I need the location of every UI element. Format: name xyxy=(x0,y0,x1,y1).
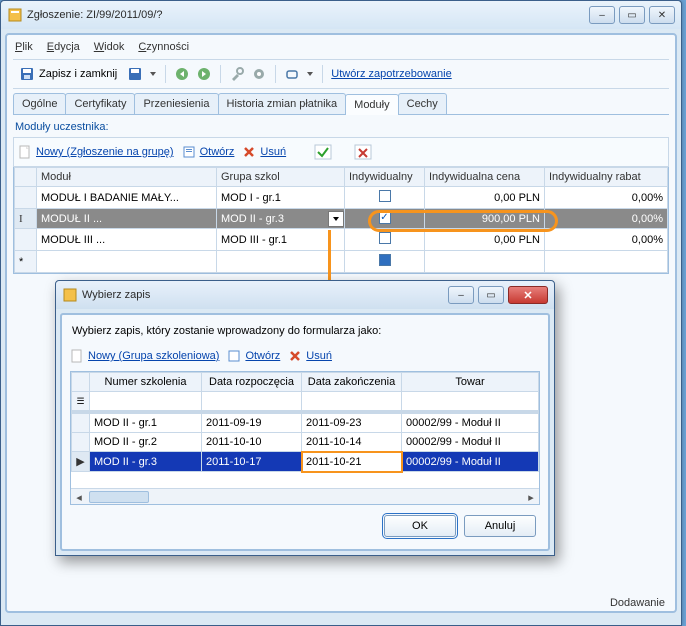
new-doc-icon xyxy=(70,349,84,363)
new-doc-icon xyxy=(18,145,32,159)
back-icon[interactable] xyxy=(174,66,190,82)
ok-button[interactable]: OK xyxy=(384,515,456,537)
save-dropdown-icon[interactable] xyxy=(149,66,157,82)
close-button[interactable]: ✕ xyxy=(649,6,675,24)
dialog-prompt: Wybierz zapis, który zostanie wprowadzon… xyxy=(70,323,540,347)
minimize-button[interactable]: – xyxy=(589,6,615,24)
scroll-right-icon[interactable]: ▸ xyxy=(523,489,539,505)
new-button[interactable]: Nowy (Zgłoszenie na grupę) xyxy=(18,145,174,159)
grid-row-1-selected[interactable]: I MODUŁ II ... MOD II - gr.3 900,00 PLN … xyxy=(15,209,668,229)
checkbox-indeterminate[interactable] xyxy=(379,254,391,266)
open-icon xyxy=(182,145,196,159)
maximize-button[interactable]: ▭ xyxy=(619,6,645,24)
record-row-2-selected[interactable]: ▶ MOD II - gr.3 2011-10-17 2011-10-21 00… xyxy=(72,452,539,472)
checkbox-checked[interactable] xyxy=(379,212,391,224)
menubar: Plik Edycja Widok Czynności xyxy=(13,39,669,59)
horizontal-scrollbar[interactable]: ◂ ▸ xyxy=(71,488,539,504)
save-close-label: Zapisz i zamknij xyxy=(39,68,117,80)
menu-czynnosci[interactable]: Czynności xyxy=(138,41,189,53)
sub-toolbar: Nowy (Zgłoszenie na grupę) Otwórz Usuń xyxy=(13,137,669,167)
attach-dropdown-icon[interactable] xyxy=(306,66,314,82)
record-row-0[interactable]: MOD II - gr.1 2011-09-19 2011-09-23 0000… xyxy=(72,414,539,433)
menu-edycja[interactable]: Edycja xyxy=(47,41,80,53)
col-towar[interactable]: Towar xyxy=(402,373,539,392)
attach-icon[interactable] xyxy=(284,66,300,82)
open-button[interactable]: Otwórz xyxy=(182,145,235,159)
tab-cechy[interactable]: Cechy xyxy=(398,93,447,114)
row-header-blank xyxy=(15,168,37,187)
save-close-button[interactable]: Zapisz i zamknij xyxy=(15,64,121,84)
create-demand-link[interactable]: Utwórz zapotrzebowanie xyxy=(331,68,451,80)
delete-label: Usuń xyxy=(260,146,286,158)
menu-widok[interactable]: Widok xyxy=(94,41,125,53)
dialog-new-button[interactable]: Nowy (Grupa szkoleniowa) xyxy=(70,349,219,363)
tools-icon[interactable] xyxy=(229,66,245,82)
section-title: Moduły uczestnika: xyxy=(13,115,669,137)
save-small-icon[interactable] xyxy=(127,66,143,82)
scroll-left-icon[interactable]: ◂ xyxy=(71,489,87,505)
grid-filter-row[interactable]: ☰ xyxy=(72,392,539,411)
delete-button[interactable]: Usuń xyxy=(242,145,286,159)
grupa-dropdown[interactable]: MOD II - gr.3 xyxy=(217,211,344,227)
tab-historia[interactable]: Historia zmian płatnika xyxy=(218,93,347,114)
dialog-toolbar: Nowy (Grupa szkoleniowa) Otwórz Usuń xyxy=(70,347,540,371)
open-icon xyxy=(227,349,241,363)
forward-icon[interactable] xyxy=(196,66,212,82)
col-numer[interactable]: Numer szkolenia xyxy=(90,373,202,392)
record-row-1[interactable]: MOD II - gr.2 2011-10-10 2011-10-14 0000… xyxy=(72,433,539,452)
window-title: Zgłoszenie: ZI/99/2011/09/? xyxy=(27,9,589,21)
scroll-thumb[interactable] xyxy=(89,491,149,503)
open-label: Otwórz xyxy=(200,146,235,158)
status-label: Dodawanie xyxy=(610,597,665,609)
dialog-close-button[interactable]: ✕ xyxy=(508,286,548,304)
dialog-delete-button[interactable]: Usuń xyxy=(288,349,332,363)
new-label: Nowy (Zgłoszenie na grupę) xyxy=(36,146,174,158)
gear-icon[interactable] xyxy=(251,66,267,82)
titlebar: Zgłoszenie: ZI/99/2011/09/? – ▭ ✕ xyxy=(1,1,681,29)
cancel-icon[interactable] xyxy=(354,144,372,160)
col-rabat[interactable]: Indywidualny rabat xyxy=(545,168,668,187)
records-grid[interactable]: Numer szkolenia Data rozpoczęcia Data za… xyxy=(70,371,540,505)
dialog-icon xyxy=(62,287,78,303)
select-record-dialog: Wybierz zapis – ▭ ✕ Wybierz zapis, który… xyxy=(55,280,555,556)
col-indyw[interactable]: Indywidualny xyxy=(345,168,425,187)
delete-icon xyxy=(242,145,256,159)
dialog-minimize-button[interactable]: – xyxy=(448,286,474,304)
toolbar: Zapisz i zamknij Utwórz zapotrzebowanie xyxy=(13,59,669,89)
apply-icon[interactable] xyxy=(314,144,332,160)
save-icon xyxy=(19,66,35,82)
dialog-maximize-button[interactable]: ▭ xyxy=(478,286,504,304)
chevron-down-icon[interactable] xyxy=(328,211,344,227)
col-modul[interactable]: Moduł xyxy=(37,168,217,187)
cancel-button[interactable]: Anuluj xyxy=(464,515,536,537)
grid-row-2[interactable]: MODUŁ III ... MOD III - gr.1 0,00 PLN 0,… xyxy=(15,229,668,251)
menu-plik[interactable]: Plik xyxy=(15,41,33,53)
dialog-open-button[interactable]: Otwórz xyxy=(227,349,280,363)
tab-certyfikaty[interactable]: Certyfikaty xyxy=(65,93,135,114)
grid-row-0[interactable]: MODUŁ I BADANIE MAŁY... MOD I - gr.1 0,0… xyxy=(15,187,668,209)
col-start[interactable]: Data rozpoczęcia xyxy=(202,373,302,392)
grid-row-new[interactable]: * xyxy=(15,251,668,273)
modules-grid[interactable]: Moduł Grupa szkol Indywidualny Indywidua… xyxy=(13,167,669,274)
app-icon xyxy=(7,7,23,23)
checkbox[interactable] xyxy=(379,232,391,244)
tabstrip: Ogólne Certyfikaty Przeniesienia Histori… xyxy=(13,93,669,115)
delete-icon xyxy=(288,349,302,363)
tab-przeniesienia[interactable]: Przeniesienia xyxy=(134,93,218,114)
dialog-title: Wybierz zapis xyxy=(82,289,448,301)
tab-moduly[interactable]: Moduły xyxy=(345,94,398,115)
tab-ogolne[interactable]: Ogólne xyxy=(13,93,66,114)
col-grupa[interactable]: Grupa szkol xyxy=(217,168,345,187)
col-end[interactable]: Data zakończenia xyxy=(302,373,402,392)
checkbox[interactable] xyxy=(379,190,391,202)
col-cena[interactable]: Indywidualna cena xyxy=(425,168,545,187)
